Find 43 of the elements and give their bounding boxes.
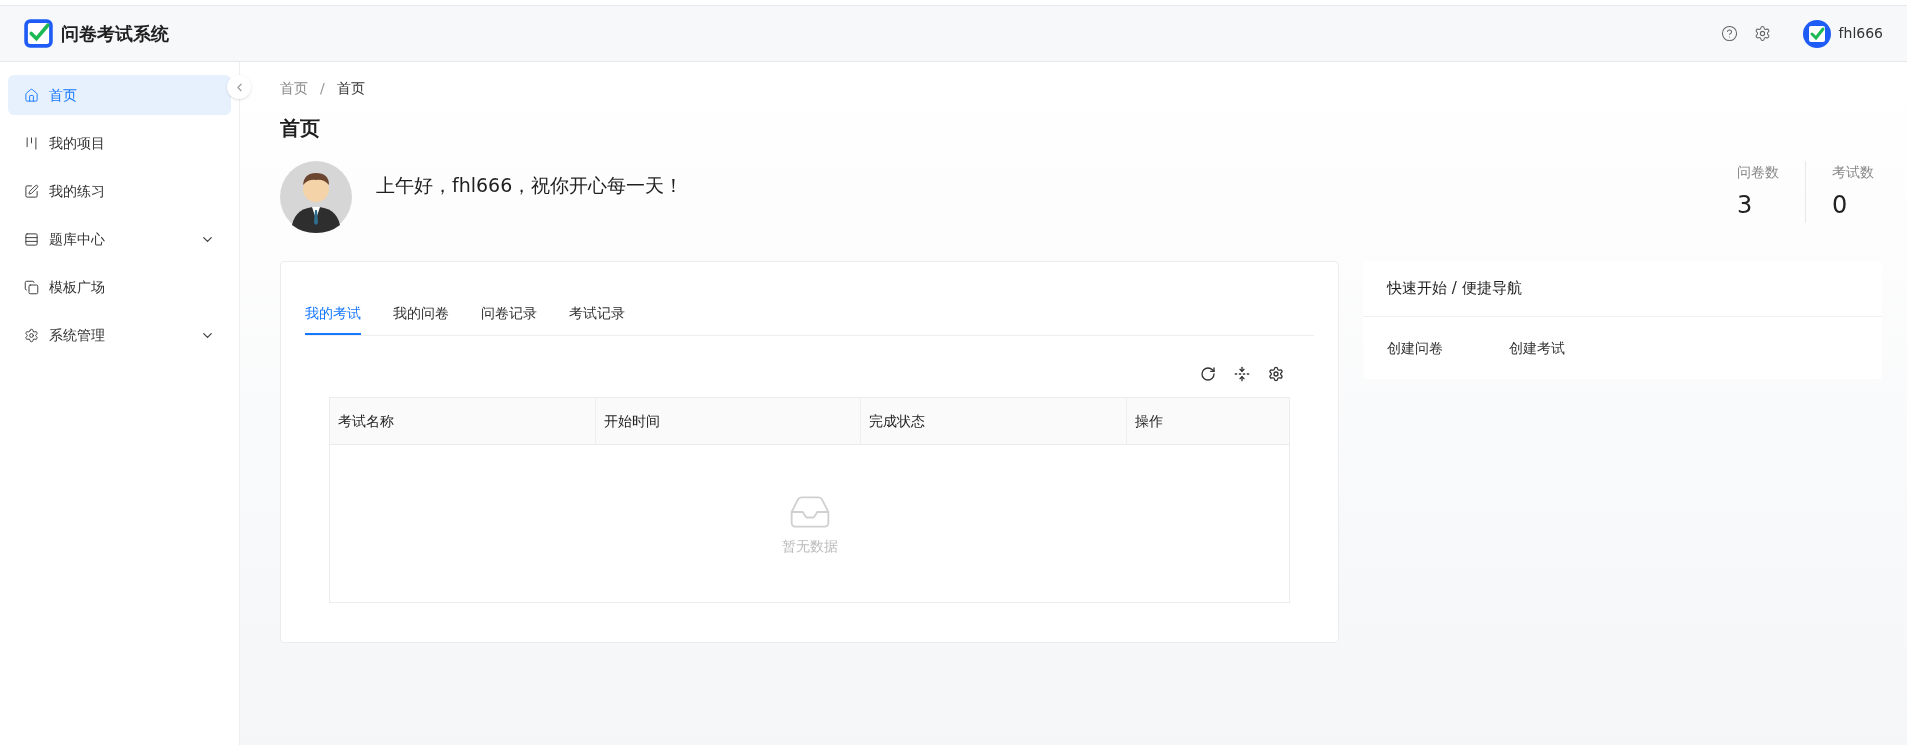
sidebar-item[interactable]: 模板广场: [8, 267, 231, 307]
stat-value: 0: [1832, 190, 1848, 221]
board-icon: [24, 135, 39, 151]
stat-value: 3: [1737, 190, 1753, 221]
column-header: 考试名称: [337, 411, 395, 431]
sidebar-item[interactable]: 我的练习: [8, 171, 231, 211]
breadcrumb-item[interactable]: 首页: [280, 77, 308, 99]
settings-icon[interactable]: [1753, 25, 1771, 42]
list-icon: [24, 231, 39, 247]
app-title: 问卷考试系统: [61, 22, 169, 46]
stat-label: 问卷数: [1737, 163, 1779, 182]
user-menu[interactable]: fhl666: [1802, 19, 1883, 48]
sidebar-item[interactable]: 题库中心: [8, 219, 231, 259]
user-silhouette-avatar: [280, 161, 352, 233]
breadcrumb-separator: /: [320, 78, 325, 98]
sidebar-item[interactable]: 首页: [8, 75, 231, 115]
row-height-icon[interactable]: [1234, 366, 1250, 382]
tab[interactable]: 我的问卷: [393, 282, 449, 335]
sidebar-item[interactable]: 系统管理: [8, 315, 231, 355]
quick-link[interactable]: 创建考试: [1509, 337, 1565, 359]
copy-icon: [24, 279, 39, 295]
tab[interactable]: 问卷记录: [481, 282, 537, 335]
page-title: 首页: [280, 115, 321, 141]
breadcrumb-item: 首页: [336, 78, 365, 98]
tab[interactable]: 考试记录: [569, 282, 625, 335]
column-header: 操作: [1125, 398, 1289, 444]
user-avatar-icon: [1802, 19, 1831, 48]
stat-label: 考试数: [1832, 163, 1874, 182]
column-header: 完成状态: [860, 398, 1126, 444]
quick-nav-title: 快速开始 / 便捷导航: [1363, 261, 1882, 317]
settings-icon: [24, 327, 39, 343]
empty-text: 暂无数据: [781, 537, 838, 556]
sidebar-item[interactable]: 我的项目: [8, 123, 231, 163]
help-icon[interactable]: [1720, 25, 1738, 42]
settings-icon[interactable]: [1268, 366, 1284, 382]
checkbox-logo-icon: [24, 19, 53, 48]
quick-link[interactable]: 创建问卷: [1387, 337, 1443, 359]
edit-icon: [24, 183, 39, 199]
tab[interactable]: 我的考试: [305, 282, 361, 335]
home-icon: [24, 87, 39, 103]
column-header: 开始时间: [595, 398, 861, 444]
greeting-text: 上午好，fhl666，祝你开心每一天！: [376, 173, 684, 198]
refresh-icon[interactable]: [1200, 366, 1216, 382]
